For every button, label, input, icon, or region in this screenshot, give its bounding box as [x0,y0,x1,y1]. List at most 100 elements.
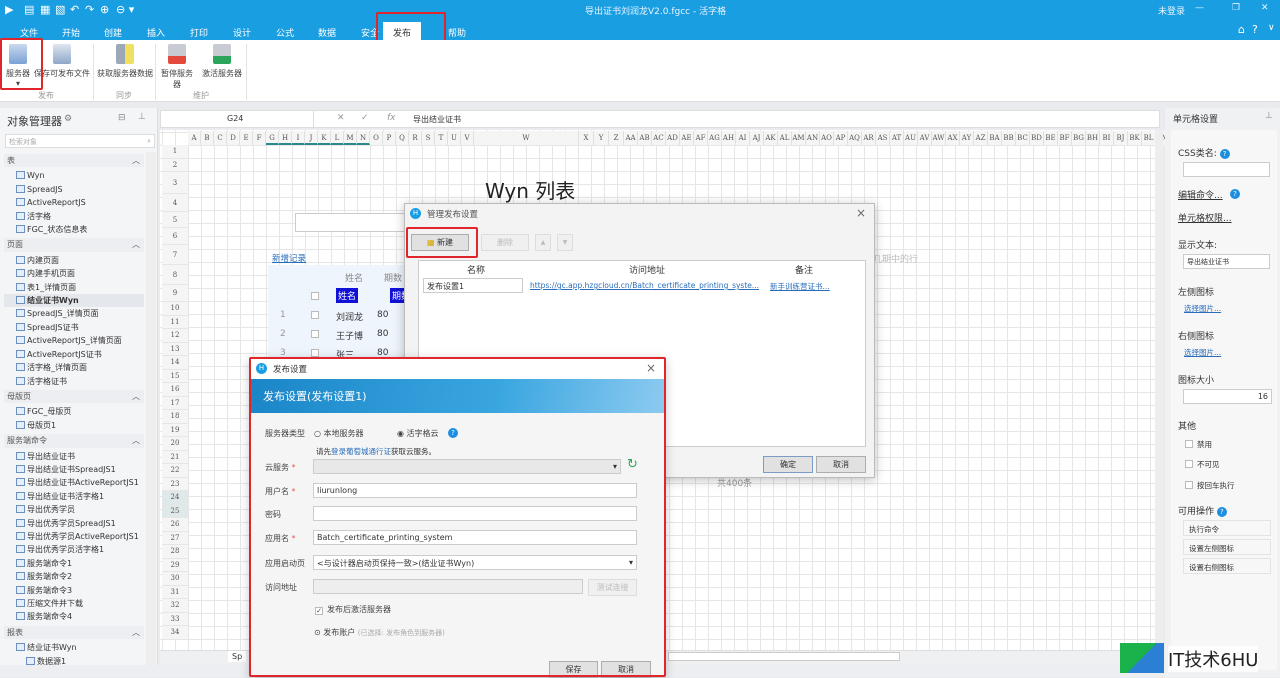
section-header[interactable]: 服务端命令 ︿ [4,434,144,448]
tree-item[interactable]: 导出优秀学员ActiveReportJS1 [4,530,144,543]
column-header[interactable]: S [422,131,435,145]
column-header[interactable]: AR [862,131,876,145]
column-header[interactable]: BJ [1114,131,1128,145]
column-header[interactable]: AJ [750,131,764,145]
row-header[interactable]: 5 [162,212,188,228]
column-header[interactable]: BL [1142,131,1156,145]
tab-5[interactable]: 设计 [227,24,257,41]
row-header[interactable]: 4 [162,194,188,212]
activate-server-button[interactable]: 激活服务器 [200,44,244,79]
collapse-icon[interactable]: ⊟ [118,113,126,123]
formula-input[interactable]: 导出结业证书 [413,114,461,125]
display-text-input[interactable]: 导出结业证书 [1183,254,1270,269]
column-header[interactable]: G [266,131,279,145]
tree-item[interactable]: 活字格证书 [4,375,144,388]
row-header[interactable]: 12 [162,329,188,343]
vertical-scrollbar[interactable] [1155,130,1163,650]
row-header[interactable]: 22 [162,464,188,478]
login-status[interactable]: 未登录 [1158,4,1185,17]
close-button[interactable]: ✕ [1261,3,1269,13]
tree-item[interactable]: 导出结业证书ActiveReportJS1 [4,476,144,489]
tree-item[interactable]: 内建手机页面 [4,267,144,280]
row-header[interactable]: 15 [162,370,188,383]
tab-1[interactable]: 开始 [56,24,86,41]
tree-item[interactable]: 导出结业证书活字格1 [4,490,144,503]
column-header[interactable]: AM [792,131,806,145]
column-header[interactable]: BH [1086,131,1100,145]
section-header[interactable]: 页面 ︿ [4,238,144,252]
tree-item[interactable]: 结业证书Wyn [4,641,144,654]
column-header[interactable]: BC [1016,131,1030,145]
section-header[interactable]: 母版页 ︿ [4,389,144,404]
tree-item[interactable]: SpreadJS [4,183,144,196]
tree-item[interactable]: ActiveReportJS证书 [4,348,144,361]
tab-6[interactable]: 公式 [270,24,300,41]
pause-server-button[interactable]: 暂停服务器 [158,44,196,90]
row-header[interactable]: 20 [162,437,188,451]
horizontal-scrollbar[interactable] [668,652,900,661]
column-header[interactable]: BD [1030,131,1044,145]
invisible-checkbox[interactable]: 不可见 [1185,459,1220,470]
gear-icon[interactable]: ⚙ [64,114,72,124]
row-header[interactable]: 7 [162,245,188,265]
column-header[interactable]: W [474,131,579,145]
column-header[interactable]: J [305,131,318,145]
tab-4[interactable]: 打印 [184,24,214,41]
column-header[interactable]: R [409,131,422,145]
tree-item[interactable]: 服务端命令3 [4,584,144,597]
close-icon[interactable]: × [856,206,866,220]
chevron-up-icon[interactable]: ︿ [132,238,140,251]
tree-item[interactable]: 活字格 [4,210,144,223]
cell-permission-link[interactable]: 单元格权限... [1178,211,1232,224]
row-header[interactable]: 2 [162,159,188,172]
column-header[interactable]: AN [806,131,820,145]
column-header[interactable]: X [579,131,594,145]
column-header[interactable]: U [448,131,461,145]
row-header[interactable]: 18 [162,410,188,424]
tree-item[interactable]: SpreadJS证书 [4,321,144,334]
column-header[interactable]: AI [736,131,750,145]
select-all-checkbox[interactable] [311,292,319,300]
row-checkbox[interactable] [311,311,319,319]
minimize-button[interactable]: — [1195,3,1204,13]
settings-icon[interactable]: ⊕ [100,3,109,16]
chevron-up-icon[interactable]: ︿ [132,626,140,639]
ok-button[interactable]: 确定 [763,456,813,473]
redo-icon[interactable]: ↷ [85,3,94,16]
fetch-server-data-button[interactable]: 获取服务器数据 [95,44,155,79]
delete-button[interactable]: 删除 [481,234,529,251]
action-set-left-icon[interactable]: 设置左侧图标 [1183,539,1271,555]
chevron-up-icon[interactable]: ︿ [132,390,140,403]
column-header[interactable]: AT [890,131,904,145]
tree-item[interactable]: SpreadJS_详情页面 [4,307,144,320]
column-header[interactable]: BG [1072,131,1086,145]
help-icon[interactable]: ? [1216,506,1227,517]
tree-item[interactable]: FGC_母版页 [4,405,144,418]
row-header[interactable]: 16 [162,383,188,397]
sheet-search-input[interactable] [295,213,405,232]
column-header[interactable]: AV [918,131,932,145]
row-header[interactable]: 28 [162,545,188,559]
setting-note-link[interactable]: 新手训练营证书... [770,281,830,292]
row-header[interactable]: 19 [162,424,188,437]
tree-item[interactable]: Wyn [4,169,144,182]
row-header[interactable]: 29 [162,559,188,572]
row-header[interactable]: 23 [162,478,188,491]
row-header[interactable]: 11 [162,316,188,329]
choose-right-icon-link[interactable]: 选择图片... [1184,347,1221,358]
column-header[interactable]: AD [666,131,680,145]
column-header[interactable]: AE [680,131,694,145]
tree-item[interactable]: FGC_状态信息表 [4,223,144,236]
column-header[interactable]: A [188,131,201,145]
column-header[interactable]: BA [988,131,1002,145]
new-file-icon[interactable]: ▤ [24,3,34,16]
row-header[interactable]: 14 [162,356,188,370]
section-header[interactable]: 报表 ︿ [4,625,144,640]
help-icon[interactable]: ? [1252,23,1258,36]
row-header[interactable]: 24 [162,491,188,505]
row-header[interactable]: 32 [162,599,188,613]
column-header[interactable]: AC [652,131,666,145]
column-header[interactable]: BF [1058,131,1072,145]
move-up-button[interactable]: ▲ [535,234,551,251]
column-header[interactable]: H [279,131,292,145]
